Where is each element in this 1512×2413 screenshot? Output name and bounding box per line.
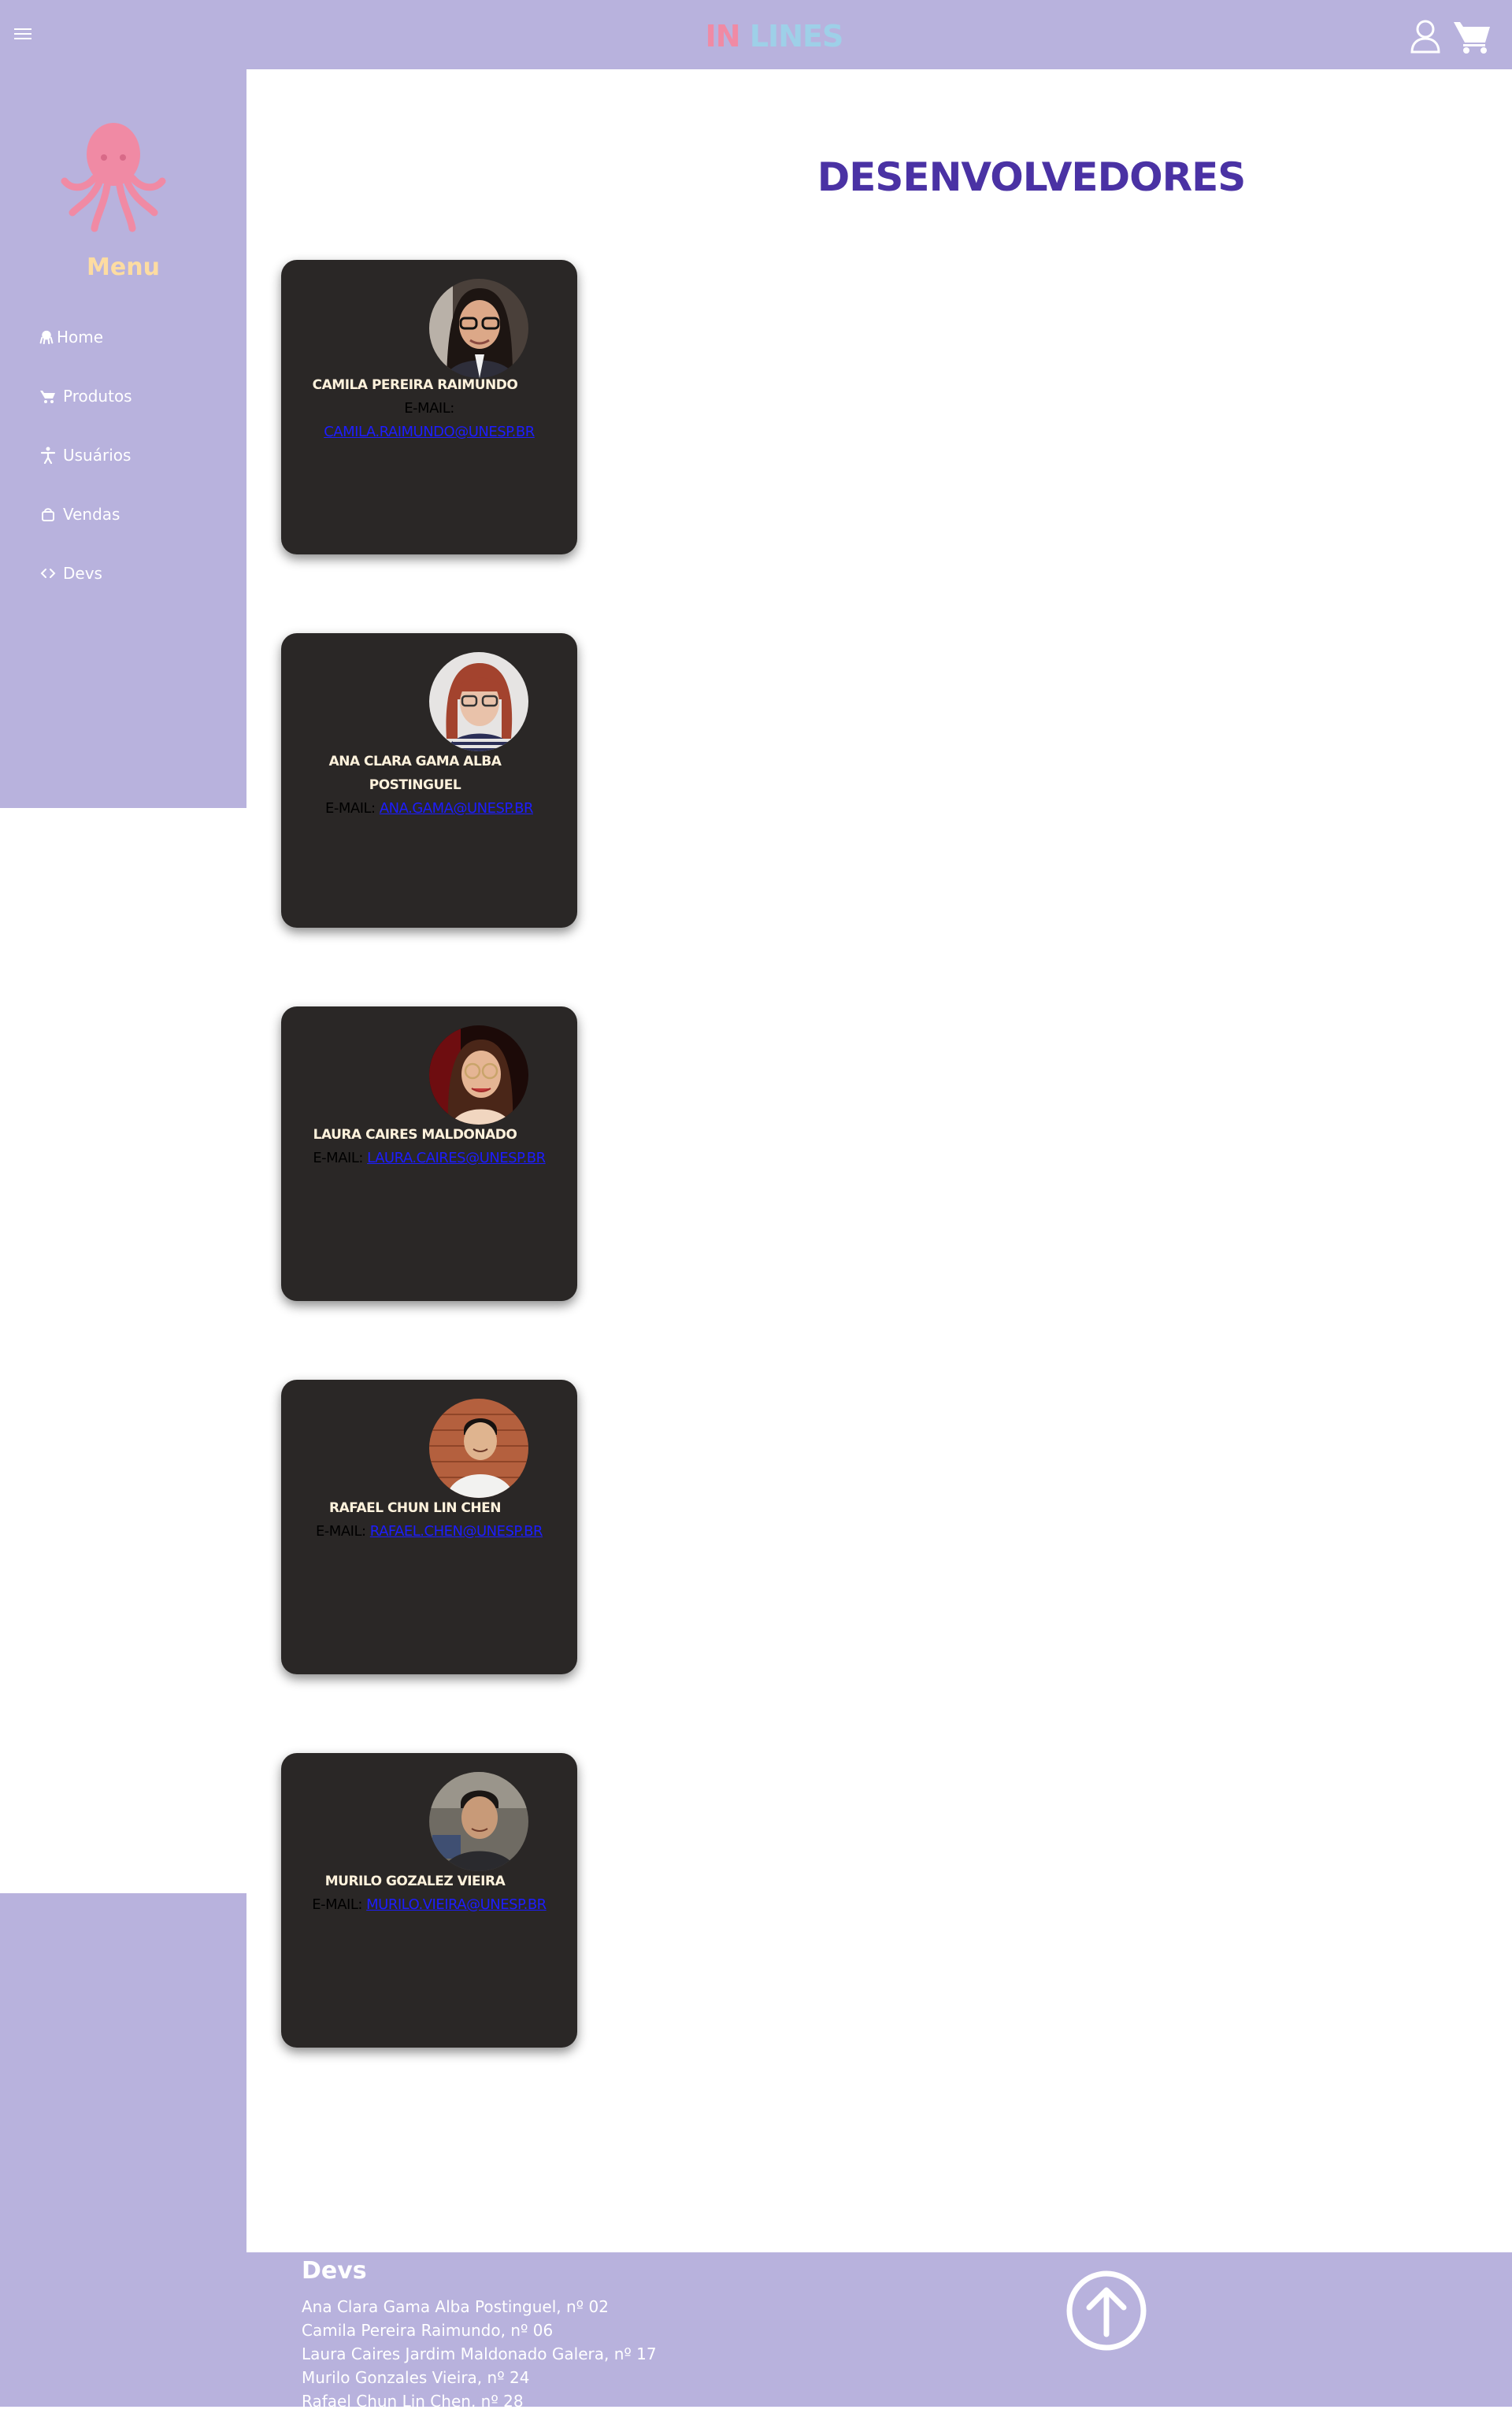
dev-card: ANA CLARA GAMA ALBA POSTINGUEL E-MAIL: A… [281,633,577,928]
dev-card: LAURA CAIRES MALDONADO E-MAIL: LAURA.CAI… [281,1006,577,1301]
footer-dev-line: Ana Clara Gama Alba Postinguel, nº 02 [302,2297,609,2316]
dev-email-link[interactable]: ANA.GAMA@UNESP.BR [380,800,534,817]
email-label: E-MAIL: [315,1523,366,1540]
dev-email-link[interactable]: CAMILA.RAIMUNDO@UNESP.BR [324,424,535,440]
email-label: E-MAIL: [312,1896,362,1913]
person-icon [40,447,56,464]
cart-icon [40,391,55,403]
sidebar-lower-panel [0,1893,246,2407]
dev-email-link[interactable]: MURILO.VIEIRA@UNESP.BR [366,1896,547,1913]
back-to-top-arrow-icon[interactable] [1065,2270,1147,2352]
dev-email-line: E-MAIL: LAURA.CAIRES@UNESP.BR [289,1147,569,1170]
footer-dev-line: Camila Pereira Raimundo, nº 06 [302,2321,554,2340]
email-label: E-MAIL: [324,800,376,817]
sidebar-item-label: Usuários [63,446,132,465]
dev-avatar [429,1025,528,1125]
email-label: E-MAIL: [404,400,454,417]
dev-email-link[interactable]: LAURA.CAIRES@UNESP.BR [367,1150,546,1166]
dev-avatar [429,652,528,751]
user-icon[interactable] [1410,19,1441,54]
dev-email-line: E-MAIL: MURILO.VIEIRA@UNESP.BR [289,1893,569,1917]
email-label: E-MAIL: [313,1150,363,1166]
sidebar-item-usuarios[interactable]: Usuários [39,441,131,469]
sidebar-item-devs[interactable]: Devs [39,559,102,587]
sidebar-item-produtos[interactable]: Produtos [39,382,132,410]
dev-avatar [429,1772,528,1871]
dev-email-link[interactable]: RAFAEL.CHEN@UNESP.BR [370,1523,543,1540]
brand-logo[interactable]: IN LINES [0,19,1512,54]
sidebar-item-label: Devs [63,564,102,583]
octopus-icon [39,330,54,344]
dev-name: RAFAEL CHUN LIN CHEN [329,1500,501,1516]
dev-name: LAURA CAIRES MALDONADO [313,1127,517,1143]
footer-dev-line: Laura Caires Jardim Maldonado Galera, nº… [302,2344,657,2363]
dev-card: RAFAEL CHUN LIN CHEN E-MAIL: RAFAEL.CHEN… [281,1380,577,1674]
octopus-logo-icon [61,123,166,232]
sidebar-item-label: Vendas [63,505,120,524]
dev-card: CAMILA PEREIRA RAIMUNDO E-MAIL: CAMILA.R… [281,260,577,554]
dev-name: MURILO GOZALEZ VIEIRA [324,1874,506,1889]
footer-dev-line: Rafael Chun Lin Chen, nº 28 [302,2392,524,2411]
sidebar-item-label: Home [57,328,104,347]
footer-title: Devs [302,2257,367,2285]
sidebar-item-label: Produtos [63,387,132,406]
dev-avatar [429,1399,528,1498]
brand-part-1: IN [705,19,741,54]
menu-title: Menu [87,254,160,281]
dev-email-line: E-MAIL: RAFAEL.CHEN@UNESP.BR [289,1520,569,1544]
top-navbar: IN LINES [0,0,1512,69]
dev-name: CAMILA PEREIRA RAIMUNDO [312,377,518,393]
shopping-bag-icon [42,508,54,521]
dev-email-label-line: E-MAIL: [289,397,569,421]
brand-part-2: LINES [749,19,843,54]
sidebar-item-home[interactable]: Home [39,323,103,351]
footer: Devs Ana Clara Gama Alba Postinguel, nº … [246,2252,1512,2411]
sidebar-item-vendas[interactable]: Vendas [39,500,120,528]
footer-dev-list: Ana Clara Gama Alba Postinguel, nº 02 Ca… [302,2295,657,2413]
dev-card: MURILO GOZALEZ VIEIRA E-MAIL: MURILO.VIE… [281,1753,577,2048]
dev-name: ANA CLARA GAMA ALBA POSTINGUEL [328,754,502,793]
footer-dev-line: Murilo Gonzales Vieira, nº 24 [302,2368,530,2387]
code-icon [40,569,56,578]
dev-email-line: E-MAIL: ANA.GAMA@UNESP.BR [289,797,569,821]
dev-avatar [429,279,528,378]
cart-icon[interactable] [1454,19,1492,54]
page-title: DESENVOLVEDORES [817,154,1247,200]
dev-email-line: CAMILA.RAIMUNDO@UNESP.BR [289,421,569,444]
